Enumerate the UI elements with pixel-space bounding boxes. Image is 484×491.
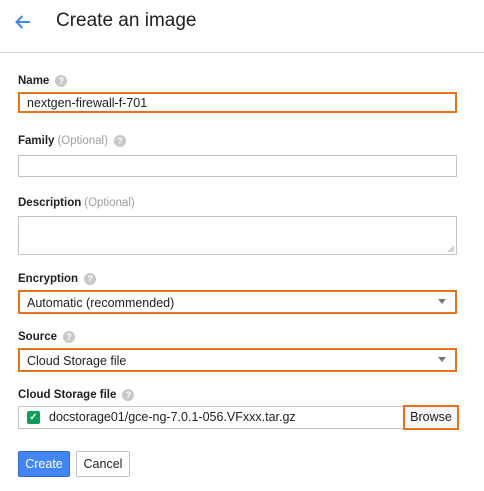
description-textarea[interactable] [18,216,457,255]
help-icon[interactable]: ? [122,389,135,401]
resize-grip-icon[interactable] [446,244,454,252]
encryption-label-text: Encryption [18,273,79,286]
cloud-storage-file-label-text: Cloud Storage file [18,389,117,402]
cancel-button[interactable]: Cancel [76,451,130,477]
page-title: Create an image [56,10,197,31]
browse-button[interactable]: Browse [403,405,459,430]
page-header: Create an image [0,0,484,53]
create-button[interactable]: Create [18,451,70,477]
cloud-storage-file-value: docstorage01/gce-ng-7.0.1-056.VFxxx.tar.… [49,410,296,424]
help-icon[interactable]: ? [113,135,126,147]
help-icon[interactable]: ? [55,75,68,87]
cloud-storage-file-label: Cloud Storage file? [18,389,135,402]
help-icon[interactable]: ? [84,273,97,285]
name-label-text: Name [18,75,50,88]
source-select-value: Cloud Storage file [27,354,127,368]
check-icon: ✓ [27,411,40,424]
name-input-value: nextgen-firewall-f-701 [27,96,148,110]
source-label-text: Source [18,331,57,344]
name-label: Name? [18,75,68,88]
family-label-text: Family [18,135,55,148]
family-label: Family (Optional)? [18,135,126,147]
description-label-text: Description [18,197,82,209]
encryption-select-value: Automatic (recommended) [27,296,175,310]
encryption-label: Encryption? [18,273,97,286]
dropdown-arrow-icon [438,357,446,362]
dropdown-arrow-icon [438,299,446,304]
family-optional-text: (Optional) [57,135,108,148]
arrow-left-icon[interactable] [13,12,33,32]
family-input[interactable] [18,155,457,177]
name-input[interactable]: nextgen-firewall-f-701 [18,92,457,113]
source-label: Source? [18,331,75,343]
help-icon[interactable]: ? [63,331,75,343]
description-label: Description (Optional) [18,197,135,209]
description-optional-text: (Optional) [84,197,135,209]
encryption-select[interactable]: Automatic (recommended) [18,290,457,314]
cloud-storage-file-input[interactable]: ✓ docstorage01/gce-ng-7.0.1-056.VFxxx.ta… [18,406,404,429]
source-select[interactable]: Cloud Storage file [18,348,457,372]
